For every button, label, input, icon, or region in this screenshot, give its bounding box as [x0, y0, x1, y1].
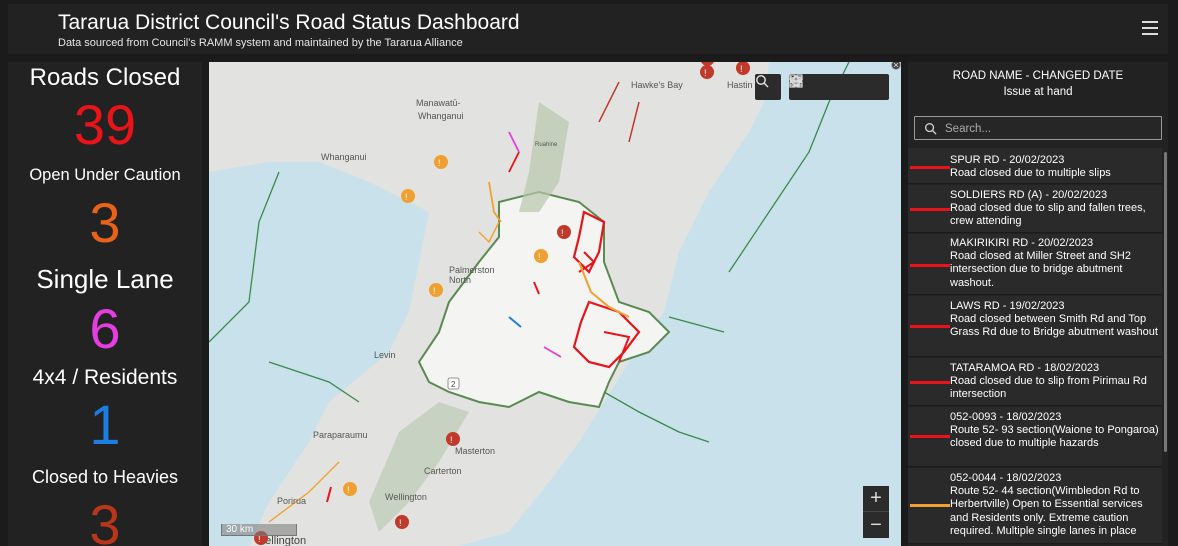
- map-label-masterton: Masterton: [455, 446, 495, 456]
- map-search-button[interactable]: [755, 74, 781, 100]
- search-box: [914, 116, 1162, 140]
- list-item-description: Road closed due to slip from Pirimau Rd …: [950, 375, 1147, 401]
- svg-text:!: !: [561, 228, 564, 238]
- search-icon: [924, 122, 937, 135]
- list-item-description: Road closed at Miller Street and SH2 int…: [950, 250, 1131, 289]
- list-item-title: LAWS RD - 19/02/2023: [950, 300, 1065, 312]
- list-item-description: Route 52- 93 section(Waione to Pongaroa)…: [950, 424, 1159, 450]
- state-highway-2-label: 2: [451, 380, 456, 389]
- caution-pin-icon[interactable]: !: [434, 155, 448, 169]
- list-item[interactable]: LAWS RD - 19/02/2023 Road closed between…: [908, 296, 1162, 357]
- closed-to-heavies-label: Closed to Heavies: [31, 467, 179, 487]
- warning-pin-icon[interactable]: !: [557, 225, 571, 239]
- expand-icon: [891, 62, 901, 70]
- svg-text:!: !: [538, 252, 541, 262]
- svg-text:!: !: [433, 286, 436, 296]
- map-label-north: North: [449, 275, 471, 285]
- status-color-line: [910, 504, 950, 507]
- hamburger-menu-icon[interactable]: [1142, 21, 1158, 35]
- svg-text:!: !: [704, 68, 707, 78]
- warning-pin-icon[interactable]: !: [395, 515, 409, 529]
- list-item-description: Route 52- 44 section(Wimbledon Rd to Her…: [950, 485, 1143, 537]
- list-item-title: TATARAMOA RD - 18/02/2023: [950, 362, 1100, 374]
- closed-to-heavies-count: 3: [89, 493, 121, 546]
- map-label-manawatu: Manawatū-: [416, 98, 461, 108]
- list-item-description: Road closed between Smith Rd and Top Gra…: [950, 313, 1158, 339]
- map-label-levin: Levin: [374, 350, 396, 360]
- list-item[interactable]: MAKIRIKIRI RD - 20/02/2023 Road closed a…: [908, 234, 1162, 295]
- legend-button[interactable]: [790, 74, 839, 100]
- status-color-line: [910, 381, 950, 384]
- status-summary-panel: Roads Closed 39 Open Under Caution 3 Sin…: [8, 62, 202, 546]
- search-icon: [756, 75, 769, 88]
- single-lane-count: 6: [89, 297, 121, 360]
- road-status-list: SPUR RD - 20/02/2023 Road closed due to …: [908, 148, 1164, 546]
- map-label-hawkes-bay: Hawke's Bay: [631, 80, 683, 90]
- list-item-title: SPUR RD - 20/02/2023: [950, 154, 1065, 166]
- page-subtitle: Data sourced from Council's RAMM system …: [58, 37, 463, 49]
- svg-text:!: !: [740, 64, 743, 74]
- map-canvas: Hawke's Bay Hastin Manawatū- Whanganui W…: [209, 62, 901, 546]
- list-item-description: Road closed due to multiple slips: [950, 167, 1111, 180]
- list-item-description: Road closed due to slip and fallen trees…: [950, 202, 1146, 228]
- svg-text:!: !: [399, 518, 402, 528]
- basemap-grid-icon: [789, 74, 803, 88]
- open-under-caution-count: 3: [89, 191, 121, 254]
- single-lane-label: Single Lane: [36, 264, 174, 294]
- four-by-four-residents-label: 4x4 / Residents: [32, 366, 178, 389]
- map-label-hastings: Hastin: [727, 80, 753, 90]
- status-color-line: [910, 435, 950, 438]
- layers-button[interactable]: [789, 74, 864, 100]
- app-header: Tararua District Council's Road Status D…: [8, 4, 1168, 54]
- caution-pin-icon[interactable]: !: [401, 189, 415, 203]
- list-item[interactable]: 052-0093 - 18/02/2023 Route 52- 93 secti…: [908, 407, 1162, 467]
- roads-closed-count: 39: [73, 93, 137, 156]
- list-item[interactable]: TATARAMOA RD - 18/02/2023 Road closed du…: [908, 358, 1162, 406]
- map-label-paraparaumu: Paraparaumu: [313, 430, 368, 440]
- caution-pin-icon[interactable]: !: [534, 249, 548, 263]
- map-label-palmerston: Palmerston: [449, 265, 495, 275]
- status-color-line: [910, 166, 950, 169]
- list-item[interactable]: SOLDIERS RD (A) - 20/02/2023 Road closed…: [908, 185, 1162, 233]
- svg-text:!: !: [438, 158, 441, 168]
- open-under-caution-label: Open Under Caution: [29, 166, 181, 184]
- list-item[interactable]: SPUR RD - 20/02/2023 Road closed due to …: [908, 148, 1162, 184]
- list-item-title: SOLDIERS RD (A) - 20/02/2023: [950, 189, 1108, 201]
- svg-text:!: !: [405, 192, 408, 202]
- search-input[interactable]: [945, 120, 1155, 138]
- svg-text:!: !: [347, 485, 350, 495]
- list-item-title: 052-0093 - 18/02/2023: [950, 411, 1062, 423]
- map-label-whanganui-region: Whanganui: [418, 111, 464, 121]
- zoom-out-button[interactable]: −: [863, 512, 889, 538]
- fullscreen-button[interactable]: [891, 62, 901, 72]
- list-header-title: ROAD NAME - CHANGED DATE: [952, 70, 1124, 82]
- status-color-line: [910, 208, 950, 211]
- list-scrollbar[interactable]: [1164, 152, 1167, 452]
- map-label-wellington-region: Wellington: [385, 492, 427, 502]
- svg-text:!: !: [450, 435, 453, 445]
- road-list-panel: ROAD NAME - CHANGED DATE Issue at hand S…: [908, 62, 1168, 546]
- zoom-control: + −: [863, 486, 889, 538]
- map-scale-bar: 30 km: [221, 524, 297, 536]
- page-title: Tararua District Council's Road Status D…: [58, 11, 520, 34]
- map-label-carterton: Carterton: [424, 466, 462, 476]
- roads-closed-label: Roads Closed: [29, 64, 181, 91]
- list-header-subtitle: Issue at hand: [1003, 86, 1073, 98]
- map-label-whanganui: Whanganui: [321, 152, 367, 162]
- map-label-porirua: Porirua: [277, 496, 306, 506]
- status-color-line: [910, 325, 950, 328]
- road-status-map[interactable]: Hawke's Bay Hastin Manawatū- Whanganui W…: [209, 62, 901, 546]
- list-item[interactable]: 052-0044 - 18/02/2023 Route 52- 44 secti…: [908, 468, 1162, 544]
- list-item-title: 052-0044 - 18/02/2023: [950, 472, 1062, 484]
- map-label-ruahine: Ruahine: [535, 142, 558, 148]
- status-color-line: [910, 264, 950, 267]
- four-by-four-residents-count: 1: [89, 393, 121, 456]
- list-item-title: MAKIRIKIRI RD - 20/02/2023: [950, 237, 1094, 249]
- caution-pin-icon[interactable]: !: [343, 482, 357, 496]
- basemap-gallery-button[interactable]: [789, 74, 889, 100]
- warning-pin-icon[interactable]: !: [446, 432, 460, 446]
- zoom-in-button[interactable]: +: [863, 486, 889, 512]
- caution-pin-icon[interactable]: !: [429, 283, 443, 297]
- map-toolbar: [789, 74, 889, 100]
